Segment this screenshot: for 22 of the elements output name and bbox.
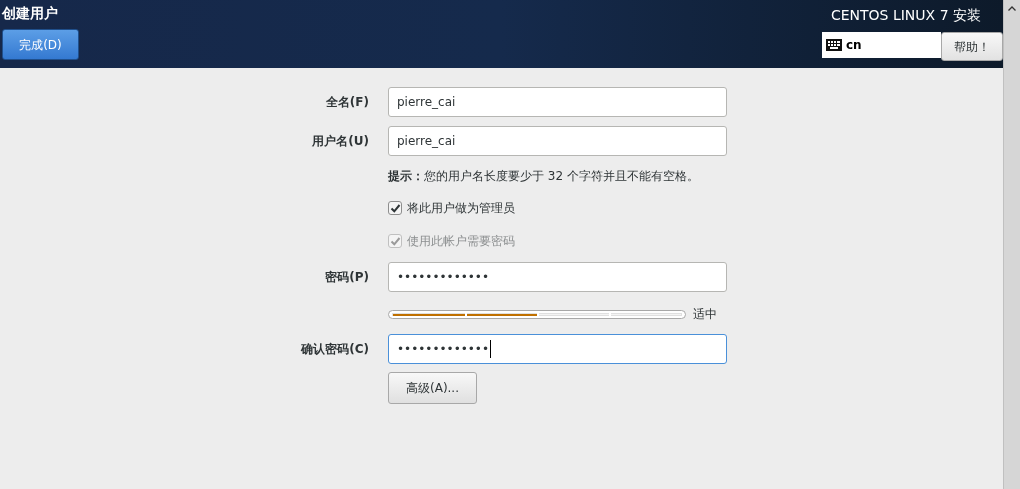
strength-label: 适中 [693, 306, 717, 323]
keyboard-layout-indicator[interactable]: cn [822, 32, 941, 58]
input-field[interactable]: ••••••••••••• [388, 262, 727, 292]
field-label: 用户名(U) [311, 133, 369, 150]
input-field[interactable]: pierre_cai [388, 87, 727, 117]
product-title: CENTOS LINUX 7 安装 [830, 6, 982, 25]
keyboard-icon [826, 39, 842, 51]
help-button[interactable]: 帮助！ [941, 32, 1003, 61]
done-button[interactable]: 完成(D) [2, 29, 79, 60]
checkbox-label: 使用此帐户需要密码 [407, 233, 515, 250]
field-label: 确认密码(C) [299, 341, 369, 358]
input-field[interactable]: ••••••••••••• [388, 334, 727, 364]
field-label: 密码(P) [324, 269, 369, 286]
advanced-button[interactable]: 高级(A)... [388, 372, 477, 404]
checkbox-label: 将此用户做为管理员 [407, 200, 515, 217]
scroll-up-icon[interactable] [1008, 6, 1016, 11]
scrollbar[interactable] [1003, 0, 1020, 489]
checkbox[interactable] [388, 201, 402, 215]
hint-text: 提示：您的用户名长度要少于 32 个字符并且不能有空格。 [388, 168, 700, 185]
page-title: 创建用户 [2, 4, 59, 23]
field-label: 全名(F) [324, 94, 369, 111]
input-field[interactable]: pierre_cai [388, 126, 727, 156]
